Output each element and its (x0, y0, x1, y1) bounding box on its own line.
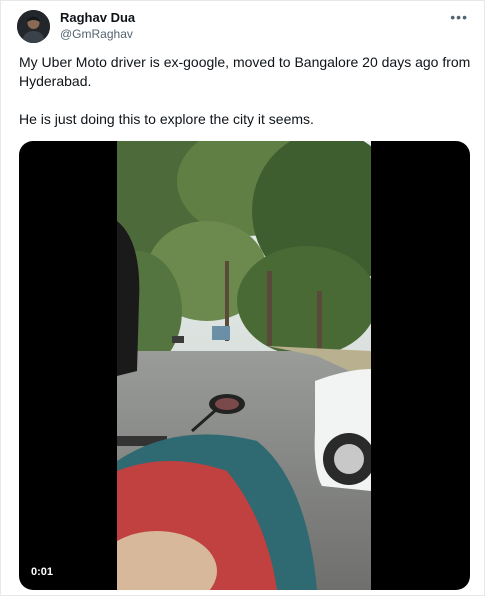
author-info: Raghav Dua @GmRaghav (60, 10, 135, 42)
user-handle[interactable]: @GmRaghav (60, 26, 135, 42)
avatar[interactable] (17, 10, 50, 43)
display-name[interactable]: Raghav Dua (60, 10, 135, 26)
tweet-text-line: My Uber Moto driver is ex-google, moved … (19, 54, 471, 89)
video-player[interactable]: 0:01 (19, 141, 470, 590)
video-frame (117, 141, 371, 590)
tweet-text-line: He is just doing this to explore the cit… (19, 111, 314, 127)
more-options-icon[interactable]: ••• (450, 9, 468, 25)
tweet-card: Raghav Dua @GmRaghav ••• My Uber Moto dr… (0, 0, 485, 596)
video-timestamp: 0:01 (27, 564, 58, 580)
avatar-image (17, 10, 50, 43)
tweet-text: My Uber Moto driver is ex-google, moved … (19, 53, 474, 148)
tweet-header: Raghav Dua @GmRaghav ••• (17, 9, 470, 45)
